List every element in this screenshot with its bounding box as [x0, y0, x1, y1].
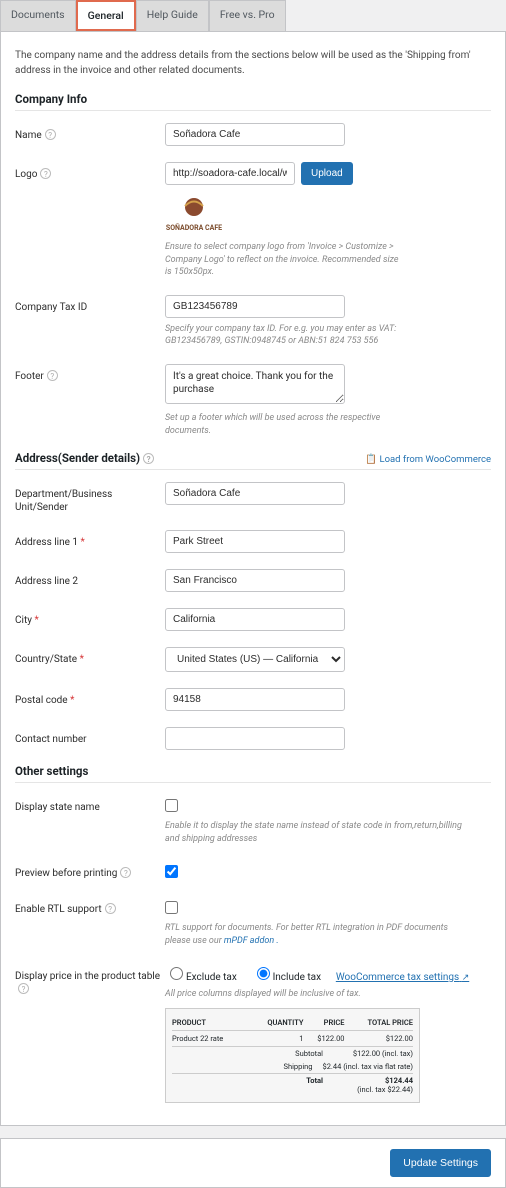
- label-city: City *: [15, 608, 165, 627]
- radio-include-tax-label[interactable]: Include tax: [252, 972, 322, 983]
- load-from-woocommerce-link[interactable]: 📋 Load from WooCommerce: [365, 454, 491, 465]
- section-other-settings: Other settings: [15, 764, 491, 783]
- label-display-state: Display state name: [15, 795, 165, 814]
- input-city[interactable]: [165, 608, 345, 631]
- textarea-footer[interactable]: It's a great choice. Thank you for the p…: [165, 364, 345, 404]
- label-footer: Footer?: [15, 364, 165, 383]
- radio-include-tax[interactable]: [257, 967, 270, 980]
- section-address: Address(Sender details)? 📋 Load from Woo…: [15, 451, 491, 470]
- settings-tabs: Documents General Help Guide Free vs. Pr…: [0, 0, 506, 31]
- label-country-state: Country/State *: [15, 647, 165, 666]
- footer-description: Set up a footer which will be used acros…: [165, 412, 400, 437]
- checkbox-rtl[interactable]: [165, 901, 178, 914]
- input-company-name[interactable]: [165, 123, 345, 146]
- label-name: Name?: [15, 123, 165, 142]
- price-preview-table: PRODUCT QUANTITY PRICE TOTAL PRICE Produ…: [165, 1008, 420, 1103]
- input-address-line2[interactable]: [165, 569, 345, 592]
- footer-bar: Update Settings: [0, 1138, 506, 1188]
- checkbox-preview-print[interactable]: [165, 865, 178, 878]
- radio-exclude-tax[interactable]: [170, 967, 183, 980]
- settings-panel: The company name and the address details…: [0, 31, 506, 1126]
- help-icon[interactable]: ?: [45, 129, 56, 140]
- help-icon[interactable]: ?: [47, 370, 58, 381]
- label-postal: Postal code *: [15, 688, 165, 707]
- display-state-description: Enable it to display the state name inst…: [165, 820, 465, 845]
- mpdf-addon-link[interactable]: mPDF addon .: [224, 936, 279, 946]
- help-icon[interactable]: ?: [18, 983, 29, 994]
- input-department[interactable]: [165, 482, 345, 505]
- price-description: All price columns displayed will be incl…: [165, 988, 465, 1001]
- update-settings-button[interactable]: Update Settings: [390, 1149, 491, 1177]
- woocommerce-tax-settings-link[interactable]: WooCommerce tax settings ↗: [336, 972, 469, 983]
- svg-text:SOÑADORA CAFE: SOÑADORA CAFE: [166, 223, 222, 232]
- label-rtl: Enable RTL support?: [15, 897, 165, 916]
- label-preview-print: Preview before printing?: [15, 861, 165, 880]
- tax-id-description: Specify your company tax ID. For e.g. yo…: [165, 323, 400, 348]
- input-tax-id[interactable]: [165, 295, 345, 318]
- label-display-price: Display price in the product table?: [15, 964, 165, 996]
- label-address-line2: Address line 2: [15, 569, 165, 588]
- label-tax-id: Company Tax ID: [15, 295, 165, 314]
- input-logo-url[interactable]: [165, 162, 295, 185]
- tab-help-guide[interactable]: Help Guide: [136, 0, 209, 31]
- external-link-icon: ↗: [462, 973, 470, 983]
- tab-documents[interactable]: Documents: [0, 0, 76, 31]
- logo-preview: SOÑADORA CAFE: [165, 195, 223, 235]
- label-logo: Logo?: [15, 162, 165, 181]
- label-address-line1: Address line 1 *: [15, 530, 165, 549]
- input-address-line1[interactable]: [165, 530, 345, 553]
- input-postal[interactable]: [165, 688, 345, 711]
- tab-free-vs-pro[interactable]: Free vs. Pro: [209, 0, 286, 31]
- logo-description: Ensure to select company logo from 'Invo…: [165, 241, 400, 279]
- upload-button[interactable]: Upload: [301, 162, 353, 185]
- rtl-description: RTL support for documents. For better RT…: [165, 922, 465, 947]
- section-company-info: Company Info: [15, 92, 491, 111]
- label-department: Department/Business Unit/Sender: [15, 482, 165, 514]
- intro-text: The company name and the address details…: [15, 48, 491, 78]
- input-contact[interactable]: [165, 727, 345, 750]
- help-icon[interactable]: ?: [143, 453, 154, 464]
- tab-general[interactable]: General: [76, 0, 136, 31]
- checkbox-display-state[interactable]: [165, 799, 178, 812]
- select-country-state[interactable]: United States (US) — California: [165, 647, 345, 672]
- label-contact: Contact number: [15, 727, 165, 746]
- help-icon[interactable]: ?: [120, 867, 131, 878]
- help-icon[interactable]: ?: [40, 168, 51, 179]
- help-icon[interactable]: ?: [105, 903, 116, 914]
- radio-exclude-tax-label[interactable]: Exclude tax: [165, 972, 237, 983]
